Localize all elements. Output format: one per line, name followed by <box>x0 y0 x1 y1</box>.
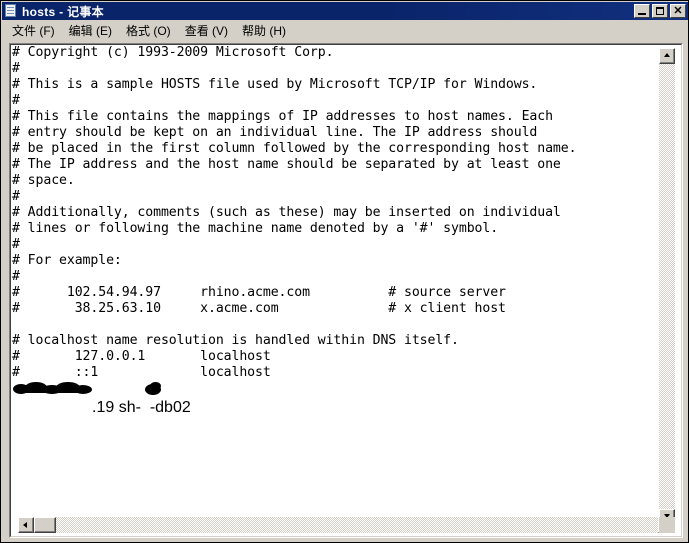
text-canvas[interactable]: # Copyright (c) 1993-2009 Microsoft Corp… <box>12 45 664 523</box>
scroll-left-arrow-icon <box>23 522 27 528</box>
text-line: # For example: <box>12 253 122 268</box>
text-line: # Copyright (c) 1993-2009 Microsoft Corp… <box>12 45 334 60</box>
menu-item-file[interactable]: 文件 (F) <box>5 20 62 41</box>
menu-bar: 文件 (F) 编辑 (E) 格式 (O) 查看 (V) 帮助 (H) <box>2 20 688 41</box>
scrollbar-corner <box>659 517 675 533</box>
horizontal-scroll-thumb[interactable] <box>34 517 56 533</box>
horizontal-scrollbar[interactable] <box>18 517 674 533</box>
text-line: # ::1 localhost <box>12 365 271 380</box>
text-line: # be placed in the first column followed… <box>12 141 577 156</box>
menu-item-edit[interactable]: 编辑 (E) <box>62 20 119 41</box>
text-line: # This file contains the mappings of IP … <box>12 109 553 124</box>
text-editor-frame: # Copyright (c) 1993-2009 Microsoft Corp… <box>9 43 683 538</box>
client-area: # Copyright (c) 1993-2009 Microsoft Corp… <box>2 40 688 542</box>
close-button[interactable]: ✕ <box>670 4 686 18</box>
text-line: # localhost name resolution is handled w… <box>12 333 459 348</box>
menu-item-help[interactable]: 帮助 (H) <box>235 20 293 41</box>
scroll-up-button[interactable] <box>659 48 675 64</box>
text-content[interactable]: # Copyright (c) 1993-2009 Microsoft Corp… <box>12 45 664 381</box>
menu-item-format[interactable]: 格式 (O) <box>119 20 178 41</box>
close-icon: ✕ <box>673 5 683 17</box>
text-line: # This is a sample HOSTS file used by Mi… <box>12 77 538 92</box>
text-line <box>12 317 664 333</box>
text-line: # <box>12 269 20 284</box>
text-line: # The IP address and the host name shoul… <box>12 157 561 172</box>
menu-item-view[interactable]: 查看 (V) <box>178 20 235 41</box>
text-line: # lines or following the machine name de… <box>12 221 499 236</box>
window-controls: ✕ <box>634 4 686 18</box>
redaction-blob-8 <box>150 382 161 390</box>
title-bar[interactable]: hosts - 记事本 ✕ <box>2 2 688 20</box>
text-line: # Additionally, comments (such as these)… <box>12 205 561 220</box>
text-line: # 127.0.0.1 localhost <box>12 349 271 364</box>
text-line: # <box>12 189 20 204</box>
scroll-up-arrow-icon <box>664 53 670 57</box>
redaction-blob-6 <box>17 387 89 393</box>
maximize-button[interactable] <box>652 4 668 18</box>
vertical-scrollbar[interactable] <box>659 48 675 525</box>
notepad-document-icon <box>4 4 18 18</box>
scroll-left-button[interactable] <box>18 517 34 533</box>
text-line: # 102.54.94.97 rhino.acme.com # source s… <box>12 285 506 300</box>
text-line: # space. <box>12 173 75 188</box>
redacted-host-entry-line[interactable]: .19 sh- -db02 <box>12 381 664 416</box>
redacted-line-text: .19 sh- -db02 <box>56 399 191 416</box>
text-line: # <box>12 93 20 108</box>
text-line: # entry should be kept on an individual … <box>12 125 538 140</box>
notepad-window: hosts - 记事本 ✕ 文件 (F) 编辑 (E) 格式 (O) 查看 (V… <box>0 0 689 543</box>
window-title: hosts - 记事本 <box>22 4 104 19</box>
text-line: # <box>12 237 20 252</box>
minimize-button[interactable] <box>634 4 650 18</box>
text-line: # 38.25.63.10 x.acme.com # x client host <box>12 301 506 316</box>
text-line: # <box>12 61 20 76</box>
